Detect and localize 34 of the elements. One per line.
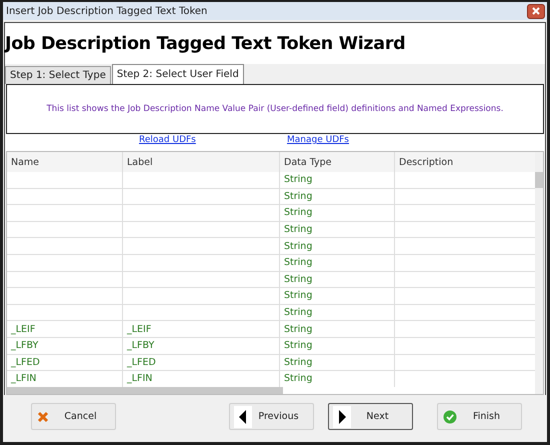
table-cell: _LEIF <box>123 321 280 337</box>
link[interactable]: Manage UDFs <box>287 135 349 145</box>
close-button[interactable] <box>527 4 545 18</box>
table-cell: String <box>280 188 395 204</box>
table-cell: String <box>280 222 395 238</box>
link[interactable]: Reload UDFs <box>139 135 196 145</box>
table-cell: String <box>280 304 395 320</box>
window-title: Insert Job Description Tagged Text Token <box>6 6 208 16</box>
table-cell: _LFED <box>123 354 280 370</box>
check-icon <box>443 410 457 424</box>
next-button[interactable]: Next <box>328 403 413 430</box>
table-cell: String <box>280 205 395 221</box>
close-icon <box>531 6 541 16</box>
cancel-button[interactable]: Cancel <box>31 403 116 430</box>
table-cell: String <box>280 354 395 370</box>
table-cell: _LFED <box>7 354 123 370</box>
tab[interactable]: Step 1: Select Type <box>5 66 111 84</box>
vertical-scrollbar[interactable] <box>535 152 543 394</box>
table-cell: String <box>280 321 395 337</box>
table-cell: String <box>280 254 395 271</box>
table-cell: _LEIF <box>7 321 123 337</box>
finish-button[interactable]: Finish <box>437 403 522 430</box>
previous-button[interactable]: Previous <box>229 403 314 430</box>
table-cell: String <box>280 288 395 304</box>
table-cell: String <box>280 338 395 354</box>
table-cell: _LFBY <box>7 338 123 354</box>
wizard-heading: Job Description Tagged Text Token Wizard <box>5 33 406 56</box>
table-cell: String <box>280 238 395 254</box>
table-cell: String <box>280 272 395 288</box>
table-cell: String <box>280 172 395 188</box>
info-text: This list shows the Job Description Name Value Pair (User-defined field) definitions and Named Expressions. <box>46 104 504 114</box>
tab[interactable]: Step 2: Select User Field <box>112 64 244 84</box>
cross-icon <box>37 410 49 422</box>
table-cell: _LFBY <box>123 338 280 354</box>
